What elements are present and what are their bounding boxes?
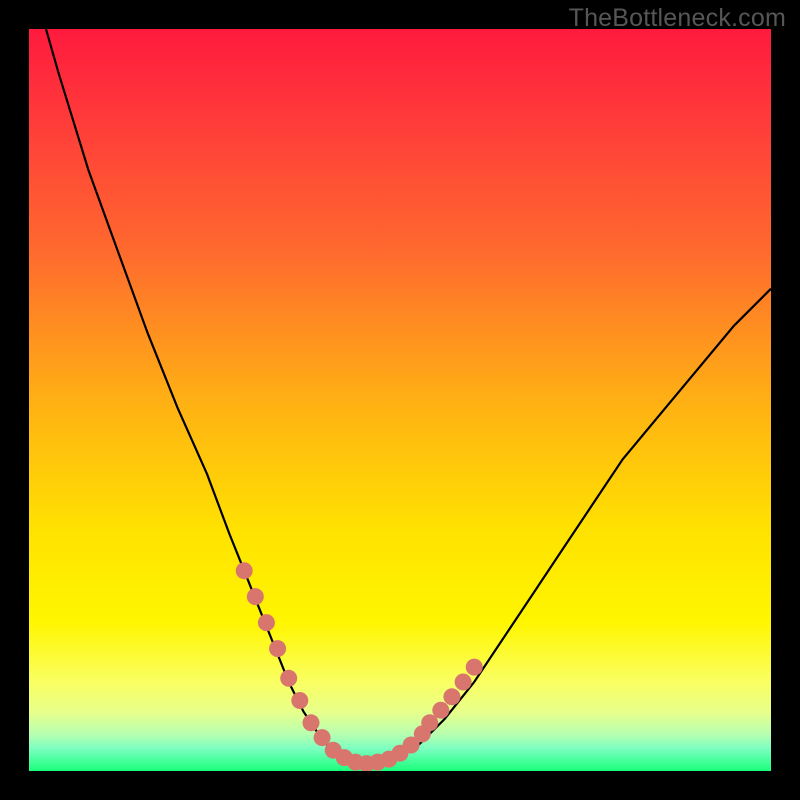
highlight-marker [247,588,264,605]
highlight-markers [236,562,483,771]
highlight-marker [258,614,275,631]
bottleneck-curve [29,29,771,764]
highlight-marker [432,702,449,719]
curve-layer [29,29,771,771]
highlight-marker [291,692,308,709]
highlight-marker [303,714,320,731]
highlight-marker [269,640,286,657]
watermark-label: TheBottleneck.com [569,4,786,33]
highlight-marker [443,688,460,705]
highlight-marker [280,670,297,687]
highlight-marker [466,659,483,676]
plot-area [29,29,771,771]
highlight-marker [455,674,472,691]
chart-frame: TheBottleneck.com [0,0,800,800]
highlight-marker [236,562,253,579]
